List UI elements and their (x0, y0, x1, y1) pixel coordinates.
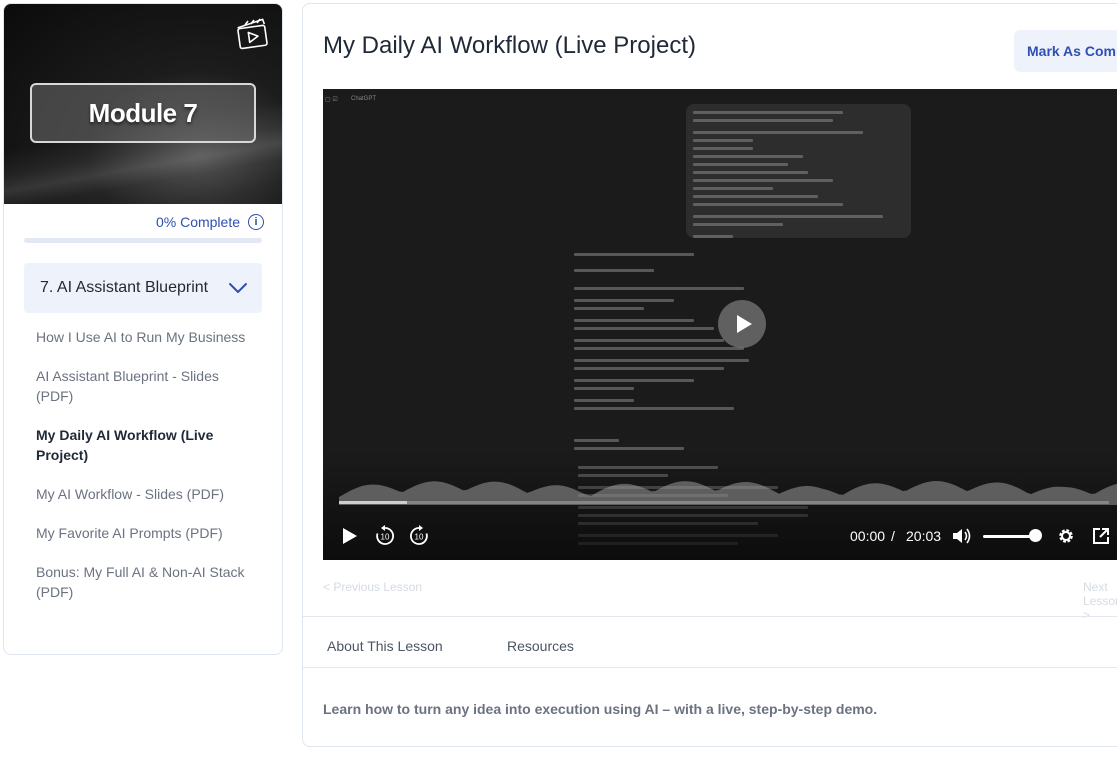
chat-text-line (574, 319, 694, 322)
progress-bar (24, 238, 262, 243)
lesson-link-favorite-prompts[interactable]: My Favorite AI Prompts (PDF) (36, 523, 251, 543)
chat-text-line (574, 269, 654, 272)
chat-text-line (574, 299, 674, 302)
chat-text-line (574, 359, 749, 362)
divider (303, 667, 1117, 668)
chat-text-line (693, 147, 753, 150)
chat-text-line (693, 155, 803, 158)
chat-text-line (693, 179, 833, 182)
lesson-navigation: < Previous Lesson Next Lesson > (323, 580, 1117, 622)
lesson-description: Learn how to turn any idea into executio… (323, 701, 878, 717)
lesson-link-bonus-stack[interactable]: Bonus: My Full AI & Non-AI Stack (PDF) (36, 562, 251, 602)
chat-text-line (693, 187, 773, 190)
divider (303, 616, 1117, 617)
course-sidebar: Module 7 0% Complete i 7. AI Assistant B… (3, 3, 283, 655)
video-scrubber-buffer (339, 501, 407, 504)
chat-text-line (574, 307, 644, 310)
settings-icon[interactable] (1054, 521, 1078, 551)
duration: 20:03 (906, 528, 942, 544)
video-clapper-icon (237, 18, 268, 50)
lesson-link-workflow-slides[interactable]: My AI Workflow - Slides (PDF) (36, 484, 251, 504)
chat-text-line (693, 119, 833, 122)
module-title-badge: Module 7 (30, 83, 256, 143)
play-icon[interactable] (339, 521, 361, 551)
chat-text-line (693, 215, 883, 218)
previous-lesson-link[interactable]: < Previous Lesson (323, 580, 422, 594)
chat-text-line (693, 223, 783, 226)
time-separator: / (891, 528, 895, 544)
lesson-link-blueprint-slides[interactable]: AI Assistant Blueprint - Slides (PDF) (36, 366, 251, 406)
volume-icon[interactable] (950, 521, 974, 551)
lesson-list: How I Use AI to Run My Business AI Assis… (36, 327, 251, 621)
chat-text-line (574, 287, 744, 290)
section-toggle-ai-assistant-blueprint[interactable]: 7. AI Assistant Blueprint (24, 263, 262, 313)
chat-text-line (574, 253, 694, 256)
chat-text-line (693, 111, 843, 114)
svg-text:10: 10 (415, 533, 424, 542)
chat-text-line (693, 235, 733, 238)
big-play-button[interactable] (718, 300, 766, 348)
chevron-down-icon (229, 283, 247, 293)
chat-text-line (693, 163, 788, 166)
page-title: My Daily AI Workflow (Live Project) (323, 32, 696, 59)
chat-text-line (574, 367, 724, 370)
progress-indicator: 0% Complete i (156, 214, 264, 230)
video-scrubber[interactable] (339, 501, 1109, 504)
external-link-icon[interactable] (1089, 521, 1113, 551)
chat-text-line (693, 195, 818, 198)
chat-text-line (693, 171, 808, 174)
rewind-10-icon[interactable]: 10 (373, 521, 397, 551)
chat-text-line (693, 203, 843, 206)
chat-text-line (574, 407, 734, 410)
chat-text-line (574, 347, 744, 350)
chat-text-line (574, 379, 694, 382)
audio-waveform (339, 481, 1117, 505)
video-player[interactable]: ▢ ☑ ChatGPT 10 10 00:00 / 20:03 (323, 89, 1117, 560)
video-app-label: ChatGPT (351, 96, 377, 102)
chat-text-line (574, 339, 724, 342)
chat-text-line (693, 139, 753, 142)
svg-text:10: 10 (381, 533, 390, 542)
video-controls: 10 10 00:00 / 20:03 (323, 521, 1117, 551)
lesson-link-how-i-use-ai[interactable]: How I Use AI to Run My Business (36, 327, 251, 347)
tab-resources[interactable]: Resources (507, 638, 574, 654)
lesson-link-daily-workflow[interactable]: My Daily AI Workflow (Live Project) (36, 425, 251, 465)
chat-text-line (574, 387, 634, 390)
module-cover: Module 7 (4, 4, 282, 204)
chat-text-line (574, 439, 619, 442)
section-title: 7. AI Assistant Blueprint (40, 279, 209, 296)
lesson-panel: My Daily AI Workflow (Live Project) Mark… (302, 3, 1117, 747)
progress-label: 0% Complete (155, 214, 240, 230)
info-icon[interactable]: i (248, 214, 264, 230)
chat-text-line (693, 131, 863, 134)
chat-text-line (574, 327, 714, 330)
chat-text-line (574, 399, 634, 402)
forward-10-icon[interactable]: 10 (407, 521, 431, 551)
volume-slider-handle[interactable] (1029, 529, 1042, 542)
current-time: 00:00 (850, 528, 886, 544)
mark-complete-button[interactable]: Mark As Complete (1014, 30, 1117, 72)
tab-about-this-lesson[interactable]: About This Lesson (327, 638, 443, 654)
